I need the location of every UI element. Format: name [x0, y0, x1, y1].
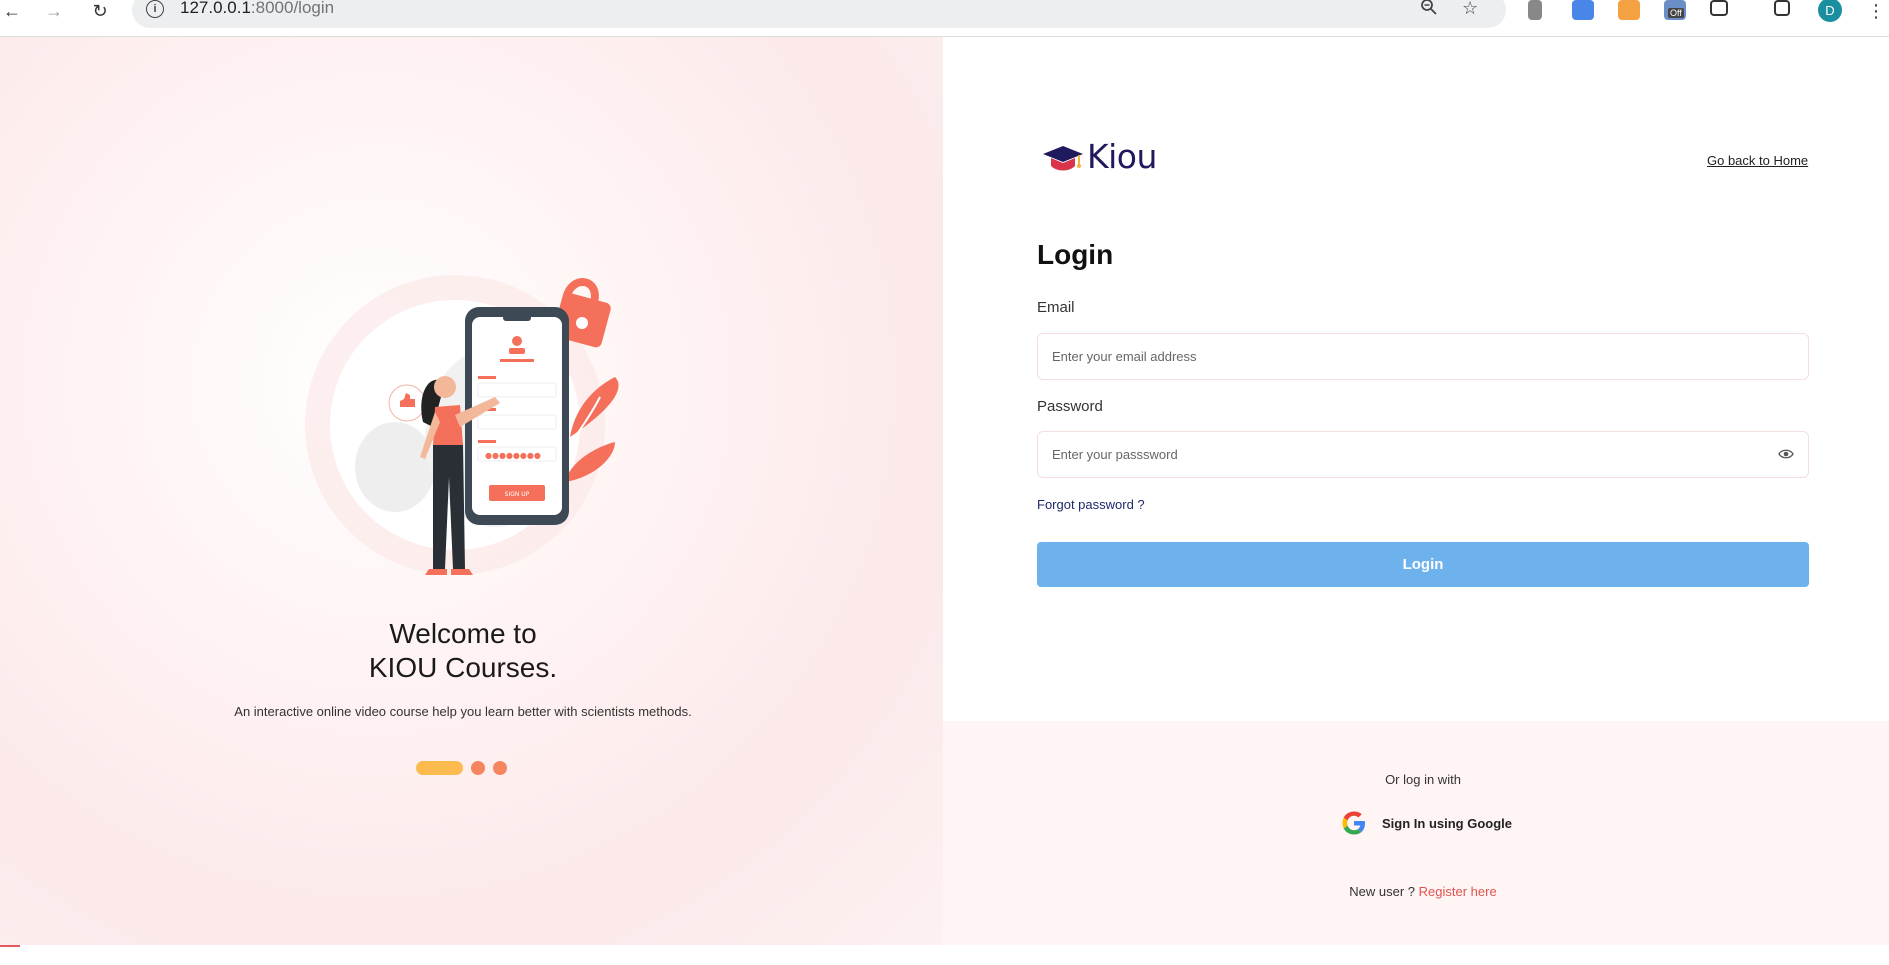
- password-placeholder: Enter your passsword: [1052, 447, 1178, 462]
- or-login-with-text: Or log in with: [1385, 772, 1461, 787]
- google-signin-label: Sign In using Google: [1382, 815, 1512, 831]
- hero-panel: ●●●●●●●● SIGN UP Welcome to KIOU Courses…: [0, 37, 943, 947]
- carousel-dot-active[interactable]: [416, 761, 463, 775]
- browser-toolbar: ← → ↻ i 127.0.0.1:8000/login ☆ Off D ⋮: [0, 0, 1889, 37]
- address-bar[interactable]: i 127.0.0.1:8000/login ☆: [132, 0, 1506, 28]
- reload-icon[interactable]: ↻: [88, 0, 112, 22]
- forgot-password-link[interactable]: Forgot password ?: [1037, 497, 1145, 512]
- login-illustration: ●●●●●●●● SIGN UP: [305, 275, 619, 575]
- email-field[interactable]: Enter your email address: [1037, 333, 1809, 380]
- browser-menu-icon[interactable]: ⋮: [1864, 0, 1888, 22]
- profile-avatar[interactable]: D: [1818, 0, 1842, 22]
- extension-icon[interactable]: [1618, 0, 1640, 20]
- translate-extension-icon[interactable]: [1572, 0, 1594, 20]
- extension-badge: Off: [1668, 8, 1684, 18]
- brand-logo[interactable]: Kiou: [1041, 137, 1157, 176]
- register-link[interactable]: Register here: [1419, 884, 1497, 899]
- url-host: 127.0.0.1: [180, 0, 251, 17]
- show-password-icon[interactable]: [1778, 446, 1794, 462]
- brand-name: Kiou: [1087, 137, 1157, 176]
- zoom-icon[interactable]: [1420, 0, 1438, 21]
- welcome-line-2: KIOU Courses.: [368, 652, 558, 683]
- svg-text:●●●●●●●●: ●●●●●●●●: [485, 451, 541, 460]
- carousel-dot[interactable]: [493, 761, 507, 775]
- google-signin-button[interactable]: Sign In using Google: [1340, 809, 1512, 837]
- login-panel: Kiou Go back to Home Login Email Enter y…: [943, 37, 1889, 945]
- back-home-link[interactable]: Go back to Home: [1707, 153, 1808, 168]
- side-panel-icon[interactable]: [1774, 0, 1790, 16]
- welcome-heading: Welcome to KIOU Courses.: [0, 617, 926, 685]
- back-arrow-icon[interactable]: ←: [0, 0, 24, 22]
- profile-initial: D: [1825, 2, 1835, 18]
- carousel-indicators: [416, 761, 507, 775]
- floating-widget-icon[interactable]: [0, 945, 20, 965]
- carousel-dot[interactable]: [471, 761, 485, 775]
- url-path: :8000/login: [250, 0, 335, 17]
- password-label: Password: [1037, 398, 1103, 415]
- forward-arrow-icon[interactable]: →: [42, 0, 66, 22]
- google-logo-icon: [1342, 811, 1365, 835]
- illustration-signup-text: SIGN UP: [505, 491, 530, 498]
- extension-icon[interactable]: Off: [1664, 0, 1686, 20]
- welcome-line-1: Welcome to: [389, 618, 537, 649]
- new-user-text: New user ?: [1349, 884, 1416, 899]
- email-label: Email: [1037, 299, 1075, 316]
- page-title: Login: [1037, 239, 1114, 270]
- hero-tagline: An interactive online video course help …: [234, 704, 692, 719]
- url-text[interactable]: 127.0.0.1:8000/login: [180, 0, 334, 18]
- site-info-icon[interactable]: i: [146, 0, 164, 18]
- register-prompt: New user ? Register here: [943, 884, 1889, 899]
- password-field[interactable]: Enter your passsword: [1037, 431, 1809, 478]
- login-button[interactable]: Login: [1037, 542, 1809, 587]
- email-placeholder: Enter your email address: [1052, 349, 1197, 364]
- graduation-cap-icon: [1043, 145, 1083, 170]
- extensions-puzzle-icon[interactable]: [1710, 0, 1728, 16]
- bookmark-star-icon[interactable]: ☆: [1462, 0, 1478, 19]
- extension-icon[interactable]: [1528, 0, 1542, 20]
